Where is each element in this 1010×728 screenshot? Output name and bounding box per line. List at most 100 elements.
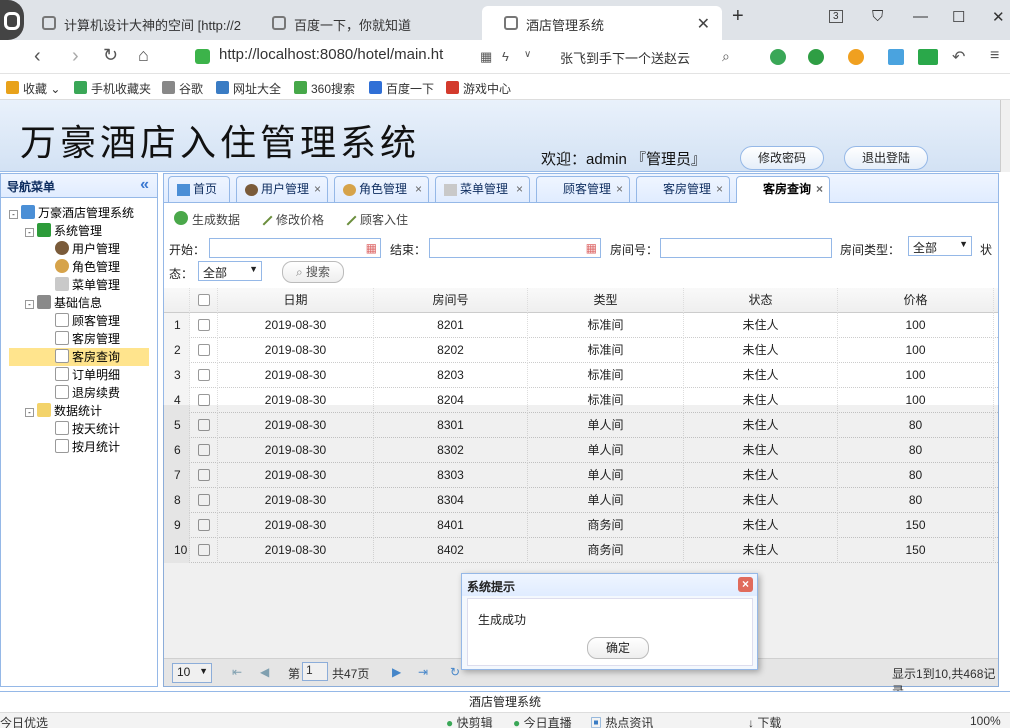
tree-item-rooms[interactable]: 客房管理: [55, 330, 120, 348]
tab-users[interactable]: 用户管理 ×: [236, 176, 328, 202]
close-icon[interactable]: ×: [716, 177, 723, 201]
select-all-checkbox[interactable]: [197, 294, 210, 306]
search-hint[interactable]: 张飞到手下一个送赵云: [560, 48, 690, 67]
close-icon[interactable]: ×: [816, 177, 823, 201]
close-icon[interactable]: ×: [415, 177, 422, 201]
close-tab-icon[interactable]: ✕: [697, 14, 710, 34]
col-price[interactable]: 价格: [838, 288, 994, 313]
collapse-toggle-icon[interactable]: -: [25, 300, 34, 309]
generate-data-button[interactable]: 生成数据: [174, 211, 240, 228]
col-date[interactable]: 日期: [218, 288, 374, 313]
row-checkbox[interactable]: [197, 344, 210, 356]
maximize-icon[interactable]: ☐: [952, 8, 965, 26]
tree-item-orders[interactable]: 订单明细: [55, 366, 120, 384]
browser-tab-3[interactable]: 酒店管理系统 ✕: [482, 6, 722, 40]
undo-icon[interactable]: ↶: [952, 47, 965, 67]
status-item-download[interactable]: ↓ 下载: [748, 714, 781, 728]
tree-item-checkout[interactable]: 退房续费: [55, 384, 120, 402]
change-password-button[interactable]: 修改密码: [740, 146, 824, 170]
room-type-select[interactable]: 全部: [908, 236, 972, 256]
tab-menus[interactable]: 菜单管理 ×: [435, 176, 530, 202]
bookmark-mobile[interactable]: 手机收藏夹: [74, 80, 151, 97]
back-icon[interactable]: ‹: [34, 45, 41, 68]
bookmark-sites[interactable]: 网址大全: [216, 80, 281, 97]
bookmark-favorites[interactable]: 收藏 ⌄: [6, 80, 60, 97]
close-icon[interactable]: ×: [314, 177, 321, 201]
status-item-news[interactable]: ▣ 热点资讯: [590, 714, 653, 728]
tree-item-users[interactable]: 用户管理: [55, 240, 120, 258]
calendar-icon[interactable]: ▦: [366, 241, 377, 255]
checkin-button[interactable]: 顾客入住: [339, 208, 408, 228]
scissors-icon[interactable]: [770, 49, 786, 65]
row-checkbox-cell[interactable]: [190, 338, 218, 363]
row-checkbox-cell[interactable]: [190, 363, 218, 388]
status-item-live[interactable]: ● 今日直播: [513, 714, 572, 728]
tab-customers[interactable]: 顾客管理 ×: [536, 176, 630, 202]
collapse-toggle-icon[interactable]: -: [25, 408, 34, 417]
row-checkbox-cell[interactable]: [190, 313, 218, 338]
bookmark-360[interactable]: 360搜索: [294, 80, 355, 97]
home-icon[interactable]: ⌂: [138, 45, 149, 66]
end-date-input[interactable]: ▦: [429, 238, 601, 258]
new-tab-button[interactable]: +: [732, 5, 744, 28]
reload-icon[interactable]: ↻: [103, 45, 118, 66]
close-window-icon[interactable]: ✕: [992, 8, 1005, 26]
select-all-cell[interactable]: [190, 288, 218, 313]
search-button[interactable]: ⌕ 搜索: [282, 261, 344, 283]
translate-icon[interactable]: [808, 49, 824, 65]
tree-group-system[interactable]: - 系统管理: [25, 222, 102, 240]
col-type[interactable]: 类型: [528, 288, 684, 313]
tab-room-query[interactable]: 客房查询 ×: [736, 176, 830, 203]
search-icon[interactable]: ⌕: [722, 48, 730, 65]
table-row[interactable]: 2 2019-08-30 8202 标准间 未住人 100: [164, 338, 998, 363]
table-row[interactable]: 1 2019-08-30 8201 标准间 未住人 100: [164, 313, 998, 338]
qr-icon[interactable]: ▦: [480, 49, 492, 65]
tree-item-customers[interactable]: 顾客管理: [55, 312, 120, 330]
col-status[interactable]: 状态: [684, 288, 838, 313]
dropdown-icon[interactable]: ∨: [524, 49, 531, 60]
bookmark-baidu[interactable]: 百度一下: [369, 80, 434, 97]
tab-roles[interactable]: 角色管理 ×: [334, 176, 429, 202]
status-left[interactable]: 今日优选: [0, 714, 48, 728]
minimize-icon[interactable]: —: [913, 8, 928, 25]
forward-icon[interactable]: ›: [72, 45, 79, 68]
tree-item-room-query[interactable]: 客房查询: [9, 348, 149, 366]
tree-root[interactable]: - 万豪酒店管理系统: [9, 204, 134, 222]
start-date-input[interactable]: ▦: [209, 238, 381, 258]
lightning-icon[interactable]: ϟ: [502, 49, 509, 64]
row-checkbox[interactable]: [197, 369, 210, 381]
zoom-level[interactable]: 100%: [970, 714, 1001, 728]
calendar-icon[interactable]: ▦: [586, 241, 597, 255]
status-item-quickcut[interactable]: ● 快剪辑: [446, 714, 493, 728]
collapse-toggle-icon[interactable]: -: [9, 210, 18, 219]
battery-icon[interactable]: [918, 49, 938, 65]
tree-item-menus[interactable]: 菜单管理: [55, 276, 120, 294]
room-no-input[interactable]: [660, 238, 832, 258]
header-scrollbar[interactable]: [1000, 100, 1010, 172]
tab-rooms[interactable]: 客房管理 ×: [636, 176, 730, 202]
coin-icon[interactable]: [848, 49, 864, 65]
tree-item-roles[interactable]: 角色管理: [55, 258, 120, 276]
tab-count-badge[interactable]: 3: [829, 10, 843, 23]
ok-button[interactable]: 确定: [587, 637, 649, 659]
close-icon[interactable]: ×: [616, 177, 623, 201]
browser-tab-2[interactable]: 百度一下，你就知道: [250, 6, 492, 40]
tree-group-stats[interactable]: - 数据统计: [25, 402, 102, 420]
edit-price-button[interactable]: 修改价格: [255, 208, 324, 228]
collapse-toggle-icon[interactable]: -: [25, 228, 34, 237]
apps-icon[interactable]: [888, 49, 904, 65]
close-icon[interactable]: ×: [516, 177, 523, 201]
collapse-icon[interactable]: «: [140, 176, 149, 194]
status-select[interactable]: 全部: [198, 261, 262, 281]
bookmark-google[interactable]: 谷歌: [162, 80, 203, 97]
menu-icon[interactable]: ≡: [990, 47, 999, 65]
close-icon[interactable]: ×: [738, 577, 753, 592]
row-checkbox[interactable]: [197, 319, 210, 331]
logout-button[interactable]: 退出登陆: [844, 146, 928, 170]
shirt-icon[interactable]: ⛉: [872, 8, 883, 25]
table-row[interactable]: 3 2019-08-30 8203 标准间 未住人 100: [164, 363, 998, 388]
col-room-no[interactable]: 房间号: [374, 288, 528, 313]
tree-item-daily[interactable]: 按天统计: [55, 420, 120, 438]
tree-item-monthly[interactable]: 按月统计: [55, 438, 120, 456]
tab-home[interactable]: 首页: [168, 176, 230, 202]
